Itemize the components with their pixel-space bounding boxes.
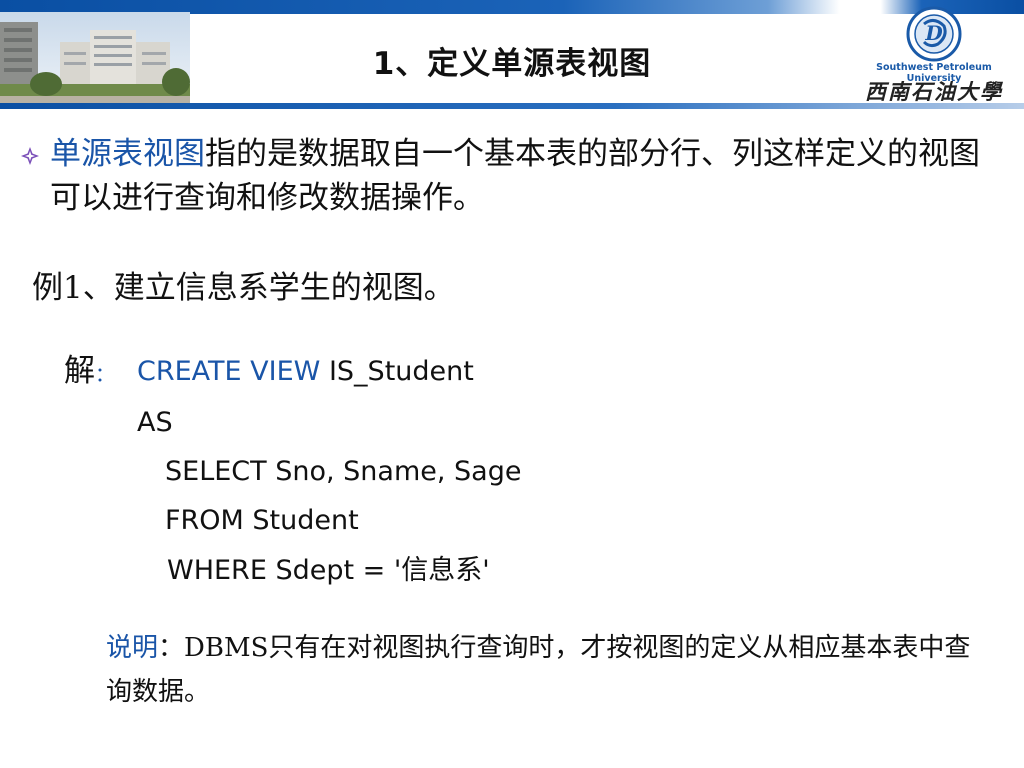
example-heading: 例1、建立信息系学生的视图。 [32,270,455,306]
code-keyword-create-view: CREATE VIEW [137,356,321,387]
note-text: ：DBMS只有在对视图执行查询时，才按视图的定义从相应基本表中查询数据。 [106,633,971,707]
header-rule [0,103,1024,109]
solution-label: 解： [64,351,115,394]
code-line-as: AS [137,407,173,438]
emblem-letter: D [924,21,943,45]
university-logo: D Southwest Petroleum University 西南石油大學 [854,2,1014,104]
solution-label-text: 解 [64,353,95,389]
term-highlight: 单源表视图 [50,136,205,172]
bullet-text: 单源表视图指的是数据取自一个基本表的部分行、列这样定义的视图可以进行查询和修改数… [20,132,980,220]
note-paragraph: 说明：DBMS只有在对视图执行查询时，才按视图的定义从相应基本表中查询数据。 [106,626,986,714]
code-view-name: IS_Student [320,356,474,387]
code-line-select: SELECT Sno, Sname, Sage [165,456,522,487]
bullet-point: 单源表视图指的是数据取自一个基本表的部分行、列这样定义的视图可以进行查询和修改数… [20,132,980,220]
solution-colon: ： [95,362,115,386]
diamond-bullet-icon [21,147,39,165]
note-label: 说明 [106,633,159,663]
code-line-where: WHERE Sdept = '信息系' [167,555,490,586]
slide-header: 1、定义单源表视图 D Southwest Petroleum Universi… [0,0,1024,120]
university-emblem-icon: D [906,6,962,62]
code-line-from: FROM Student [165,505,359,536]
code-line-create-view: CREATE VIEW IS_Student [137,354,474,390]
university-name-chinese: 西南石油大學 [865,79,1003,104]
